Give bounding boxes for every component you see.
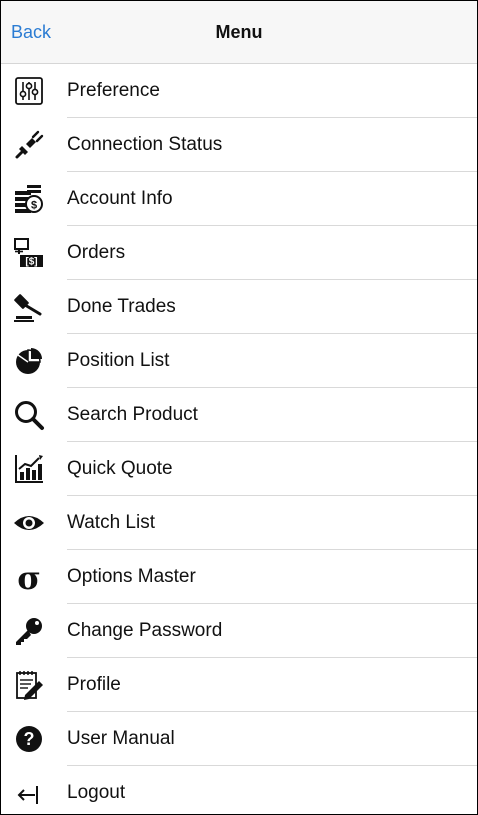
bar-chart-icon (11, 451, 47, 487)
search-icon (11, 397, 47, 433)
plug-icon (11, 127, 47, 163)
logout-arrow-icon (11, 775, 47, 811)
menu-item-change-password[interactable]: Change Password (1, 604, 477, 658)
menu-item-logout[interactable]: Logout (1, 766, 477, 814)
menu-item-label: Done Trades (67, 296, 176, 317)
gavel-icon (11, 289, 47, 325)
svg-text:[$]: [$] (25, 257, 37, 268)
menu-item-label: User Manual (67, 728, 175, 749)
orders-icon: [$] (11, 235, 47, 271)
menu-item-user-manual[interactable]: ? User Manual (1, 712, 477, 766)
menu-item-label: Quick Quote (67, 458, 173, 479)
menu-screen: Back Menu Preference Connection Status $… (0, 0, 478, 815)
menu-item-connection-status[interactable]: Connection Status (1, 118, 477, 172)
menu-item-label: Profile (67, 674, 121, 695)
question-circle-icon: ? (11, 721, 47, 757)
account-cash-icon: $ (11, 181, 47, 217)
menu-item-label: Watch List (67, 512, 155, 533)
key-icon (11, 613, 47, 649)
svg-text:?: ? (24, 729, 35, 749)
menu-list: Preference Connection Status $ Account I… (1, 64, 477, 814)
menu-item-label: Connection Status (67, 134, 223, 155)
menu-item-label: Account Info (67, 188, 173, 209)
menu-item-label: Orders (67, 242, 126, 263)
menu-item-position-list[interactable]: Position List (1, 334, 477, 388)
menu-item-profile[interactable]: Profile (1, 658, 477, 712)
menu-item-options-master[interactable]: σ Options Master (1, 550, 477, 604)
menu-item-label: Options Master (67, 566, 196, 587)
menu-item-preference[interactable]: Preference (1, 64, 477, 118)
menu-item-orders[interactable]: [$] Orders (1, 226, 477, 280)
navigation-bar: Back Menu (1, 1, 477, 64)
svg-text:$: $ (31, 200, 37, 212)
menu-item-label: Preference (67, 80, 160, 101)
menu-item-account-info[interactable]: $ Account Info (1, 172, 477, 226)
menu-item-done-trades[interactable]: Done Trades (1, 280, 477, 334)
profile-edit-icon (11, 667, 47, 703)
sliders-icon (11, 73, 47, 109)
menu-item-label: Change Password (67, 620, 223, 641)
page-title: Menu (215, 22, 263, 42)
eye-icon (11, 505, 47, 541)
menu-item-label: Search Product (67, 404, 198, 425)
pie-chart-icon (11, 343, 47, 379)
sigma-icon: σ (11, 559, 47, 595)
menu-item-label: Logout (67, 782, 126, 803)
menu-item-watch-list[interactable]: Watch List (1, 496, 477, 550)
svg-text:σ: σ (17, 561, 41, 593)
menu-item-quick-quote[interactable]: Quick Quote (1, 442, 477, 496)
menu-item-label: Position List (67, 350, 170, 371)
menu-item-search-product[interactable]: Search Product (1, 388, 477, 442)
